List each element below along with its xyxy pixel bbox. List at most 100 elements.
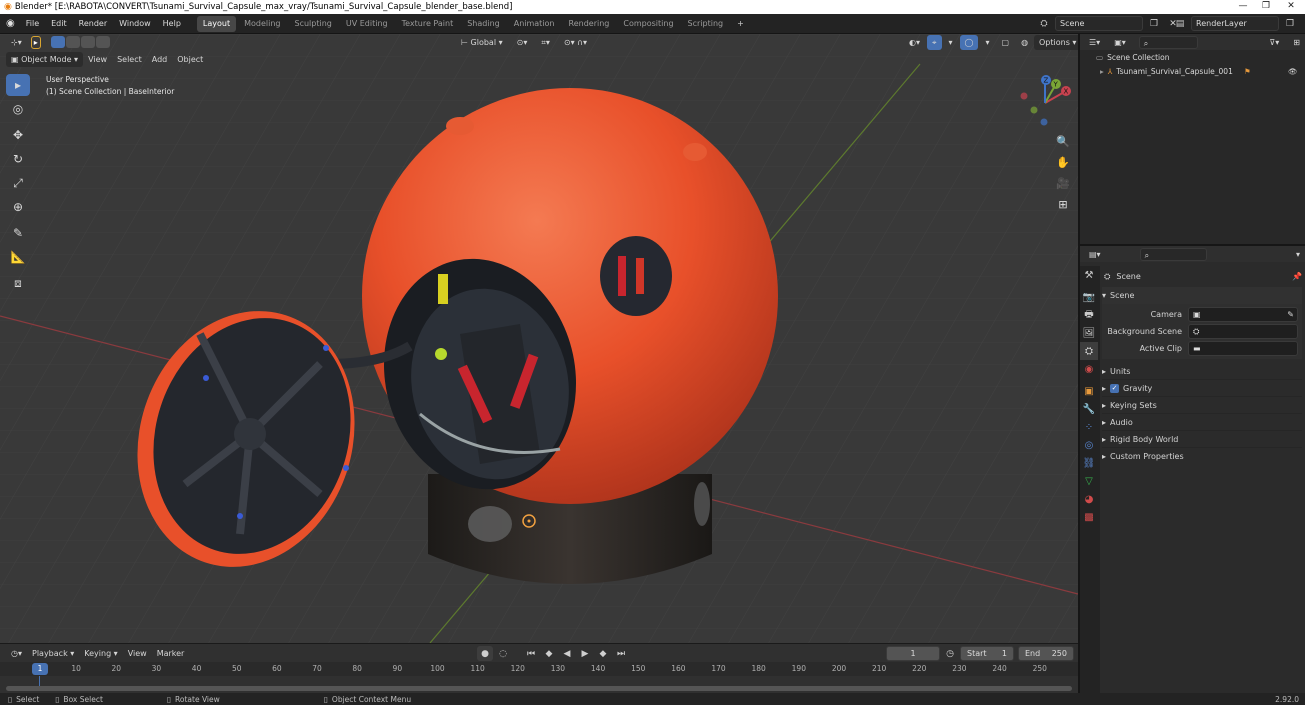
- play-reverse-icon[interactable]: ◀: [559, 646, 575, 661]
- viewport-menu-object[interactable]: Object: [172, 52, 208, 67]
- snap-icon[interactable]: ⌗▾: [536, 35, 555, 50]
- keying-set-icon[interactable]: ◌: [495, 646, 511, 661]
- tab-texture-paint[interactable]: Texture Paint: [396, 16, 460, 32]
- modifier-tab-icon[interactable]: 🔧: [1080, 400, 1098, 418]
- move-tool-icon[interactable]: ✥: [6, 124, 30, 146]
- tab-scripting[interactable]: Scripting: [682, 16, 730, 32]
- scene-panel-header[interactable]: ▾ Scene: [1102, 287, 1302, 304]
- tab-uv-editing[interactable]: UV Editing: [340, 16, 394, 32]
- current-frame-field[interactable]: 1: [886, 646, 940, 661]
- options-dropdown[interactable]: Options ▾: [1034, 35, 1078, 50]
- properties-options-icon[interactable]: ▾: [1291, 247, 1305, 262]
- panel-units[interactable]: ▸ Units: [1102, 363, 1302, 380]
- select-new-icon[interactable]: [50, 36, 65, 48]
- display-mode-icon[interactable]: ▣▾: [1109, 35, 1131, 50]
- background-scene-field[interactable]: ⛭: [1188, 324, 1298, 339]
- texture-tab-icon[interactable]: ▩: [1080, 508, 1098, 526]
- maximize-button[interactable]: ❐: [1255, 0, 1277, 14]
- pin-icon[interactable]: 📌: [1292, 272, 1302, 281]
- ortho-grid-icon[interactable]: ⊞: [1054, 195, 1072, 213]
- tool-tab-icon[interactable]: ⚒: [1080, 266, 1098, 284]
- object-mode-dropdown[interactable]: ▣ Object Mode ▾: [6, 51, 84, 67]
- panel-keying-sets[interactable]: ▸ Keying Sets: [1102, 397, 1302, 414]
- new-scene-icon[interactable]: ❐: [1146, 16, 1162, 31]
- start-frame-field[interactable]: Start 1: [960, 646, 1014, 661]
- play-icon[interactable]: ▶: [577, 646, 593, 661]
- select-subtract-icon[interactable]: [80, 36, 95, 48]
- panel-audio[interactable]: ▸ Audio: [1102, 414, 1302, 431]
- viewport-menu-select[interactable]: Select: [112, 52, 147, 67]
- properties-editor-type-icon[interactable]: ▤▾: [1084, 247, 1106, 262]
- render-tab-icon[interactable]: 📷: [1080, 288, 1098, 306]
- material-tab-icon[interactable]: ◕: [1080, 490, 1098, 508]
- menu-window[interactable]: Window: [113, 14, 157, 34]
- renderlayer-field[interactable]: RenderLayer: [1191, 16, 1279, 31]
- preview-range-icon[interactable]: ◷: [942, 646, 958, 661]
- object-tab-icon[interactable]: ▣: [1080, 382, 1098, 400]
- select-box-tool-icon[interactable]: ▸: [6, 74, 30, 96]
- add-cube-tool-icon[interactable]: ⧈: [6, 272, 30, 294]
- select-extend-icon[interactable]: [65, 36, 80, 48]
- pivot-point-icon[interactable]: ⊙▾: [512, 35, 533, 50]
- select-tool-icon[interactable]: ▸: [30, 35, 41, 49]
- proportional-edit-icon[interactable]: ⊙▾ ∩▾: [559, 35, 592, 50]
- world-tab-icon[interactable]: ◉: [1080, 360, 1098, 378]
- filter-icon[interactable]: ⊽▾: [1264, 35, 1284, 50]
- active-clip-field[interactable]: ▬: [1188, 341, 1298, 356]
- transform-orientation-dropdown[interactable]: ⊢ Global ▾: [456, 35, 508, 50]
- editor-type-icon[interactable]: ⊹▾: [6, 35, 27, 50]
- pan-hand-icon[interactable]: ✋: [1054, 153, 1072, 171]
- view-layer-tab-icon[interactable]: 🖼: [1080, 324, 1098, 342]
- viewport-menu-view[interactable]: View: [83, 52, 112, 67]
- tab-layout[interactable]: Layout: [196, 15, 237, 32]
- particles-tab-icon[interactable]: ⁘: [1080, 418, 1098, 436]
- scene-tab-icon[interactable]: ⛭: [1080, 342, 1098, 360]
- viewport-menu-add[interactable]: Add: [147, 52, 173, 67]
- zoom-icon[interactable]: 🔍: [1054, 132, 1072, 150]
- output-tab-icon[interactable]: 🖶: [1080, 306, 1098, 324]
- camera-view-icon[interactable]: 🎥: [1054, 174, 1072, 192]
- physics-tab-icon[interactable]: ◎: [1080, 436, 1098, 454]
- menu-edit[interactable]: Edit: [45, 14, 73, 34]
- auto-keying-icon[interactable]: ●: [477, 646, 493, 661]
- scene-icon[interactable]: ⛭: [1036, 16, 1052, 31]
- frame-ruler[interactable]: 1 10 20 30 40 50 60 70 80 90 100 110 120 130 140 150 160…: [0, 662, 1078, 676]
- gizmo-dropdown-icon[interactable]: ▾: [944, 35, 958, 50]
- add-workspace-button[interactable]: +: [731, 16, 750, 32]
- timeline-editor-type-icon[interactable]: ◷▾: [6, 646, 27, 661]
- eyedropper-icon[interactable]: ✎: [1287, 308, 1294, 321]
- tab-rendering[interactable]: Rendering: [563, 16, 616, 32]
- scene-field[interactable]: Scene: [1055, 16, 1143, 31]
- camera-field[interactable]: ▣ ✎: [1188, 307, 1298, 322]
- rotate-tool-icon[interactable]: ↻: [6, 148, 30, 170]
- expand-arrow-icon[interactable]: ▸: [1100, 67, 1104, 76]
- navigation-gizmo[interactable]: X Y Z: [1016, 74, 1074, 132]
- delete-renderlayer-icon[interactable]: ✕: [1301, 16, 1305, 31]
- menu-render[interactable]: Render: [73, 14, 113, 34]
- outliner-editor-type-icon[interactable]: ☰▾: [1084, 35, 1105, 50]
- blender-menu-icon[interactable]: ◉: [0, 18, 20, 29]
- gravity-checkbox[interactable]: ✓: [1110, 383, 1120, 393]
- tab-compositing[interactable]: Compositing: [617, 16, 679, 32]
- panel-rigid-body-world[interactable]: ▸ Rigid Body World: [1102, 431, 1302, 448]
- new-collection-icon[interactable]: ⊞: [1288, 35, 1305, 50]
- end-frame-field[interactable]: End 250: [1018, 646, 1074, 661]
- minimize-button[interactable]: —: [1232, 0, 1254, 14]
- tab-shading[interactable]: Shading: [461, 16, 506, 32]
- cursor-tool-icon[interactable]: ◎: [6, 98, 30, 120]
- timeline-view-menu[interactable]: View: [123, 646, 152, 661]
- tab-sculpting[interactable]: Sculpting: [289, 16, 338, 32]
- xray-icon[interactable]: ▢: [997, 35, 1015, 50]
- panel-gravity[interactable]: ▸ ✓ Gravity: [1102, 380, 1302, 397]
- jump-start-icon[interactable]: ⏮: [523, 646, 539, 661]
- playback-menu[interactable]: Playback ▾: [27, 646, 79, 661]
- timeline-scrollbar[interactable]: [6, 686, 1072, 691]
- measure-tool-icon[interactable]: 📐: [6, 246, 30, 268]
- data-tab-icon[interactable]: ▽: [1080, 472, 1098, 490]
- properties-search-input[interactable]: ⌕: [1139, 247, 1207, 261]
- marker-menu[interactable]: Marker: [152, 646, 190, 661]
- constraints-tab-icon[interactable]: ⛓: [1080, 454, 1098, 472]
- menu-help[interactable]: Help: [157, 14, 187, 34]
- transform-tool-icon[interactable]: ⊕: [6, 196, 30, 218]
- scale-tool-icon[interactable]: ⤢: [6, 172, 30, 194]
